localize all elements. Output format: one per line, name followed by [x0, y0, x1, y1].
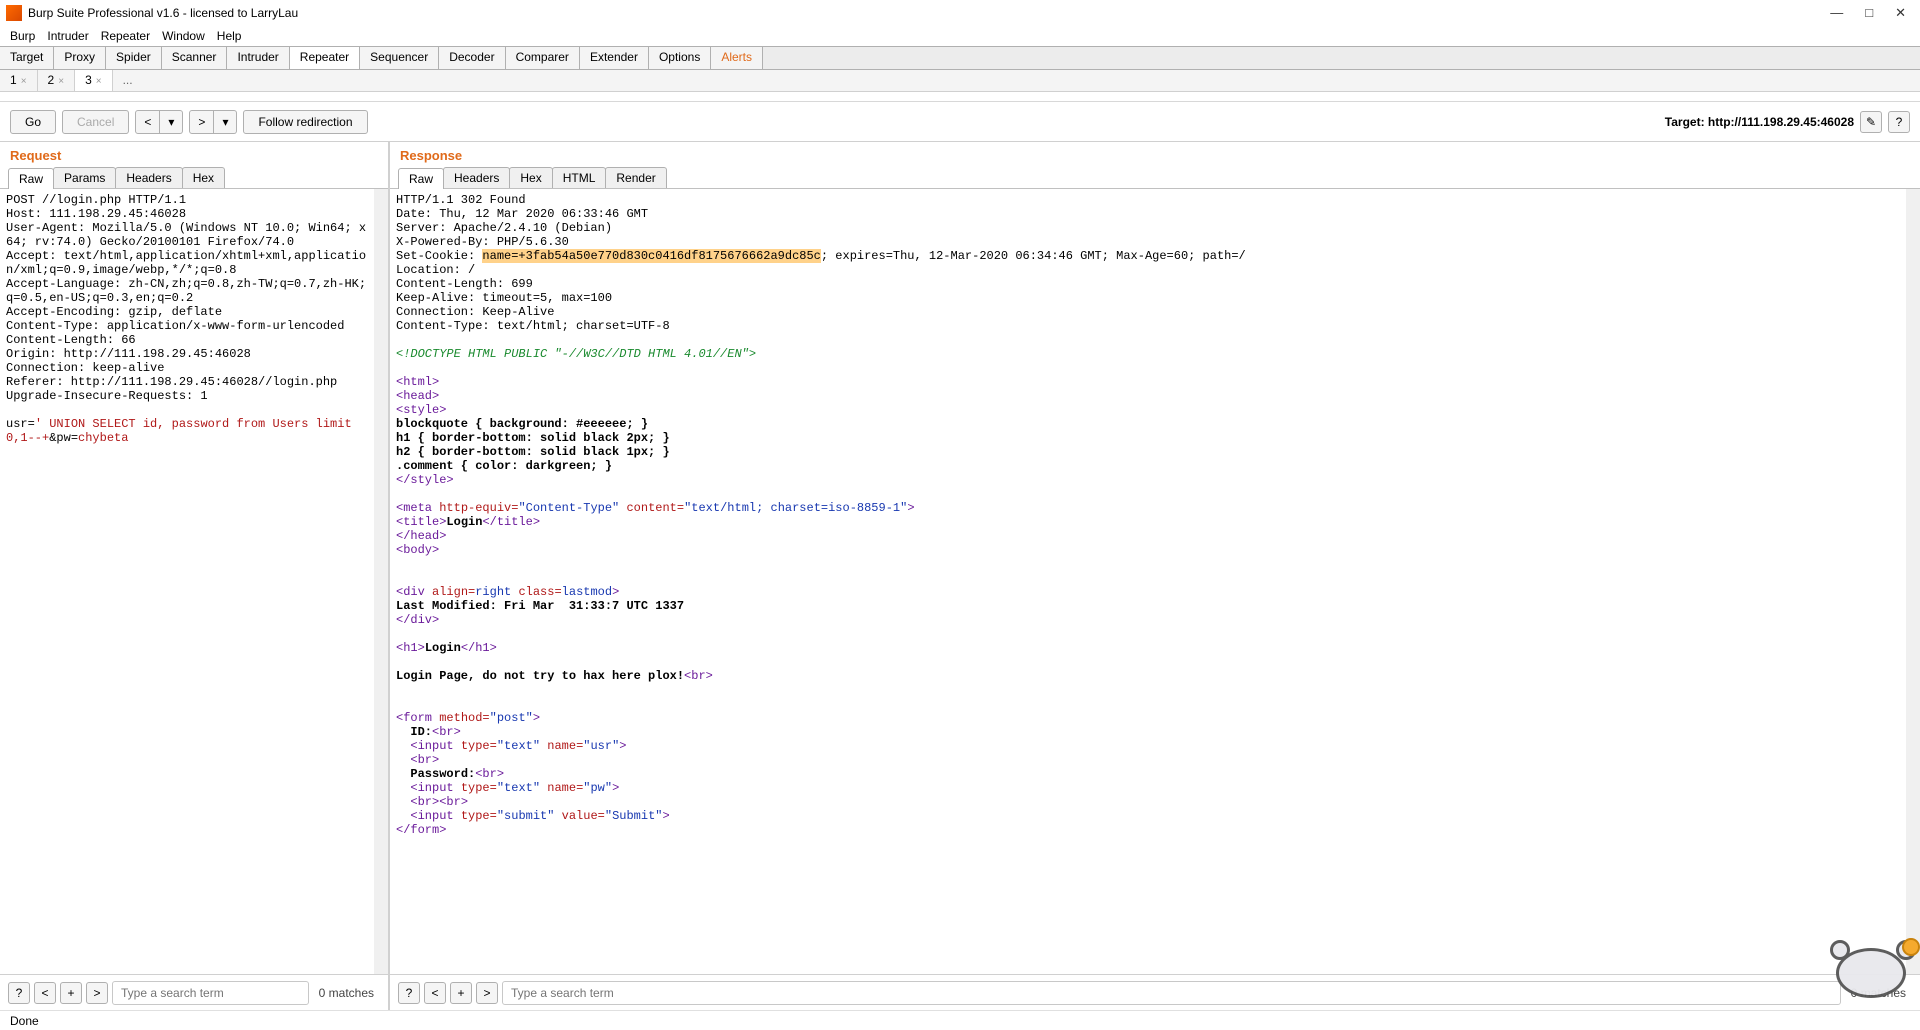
response-pane: Response Raw Headers Hex HTML Render HTT… [390, 142, 1920, 1010]
tab-comparer[interactable]: Comparer [506, 47, 580, 69]
gear-icon [1902, 938, 1920, 956]
request-tab-raw[interactable]: Raw [8, 168, 54, 189]
main-tabs: Target Proxy Spider Scanner Intruder Rep… [0, 46, 1920, 70]
request-inner-tabs: Raw Params Headers Hex [0, 167, 388, 189]
app-icon [6, 5, 22, 21]
tab-decoder[interactable]: Decoder [439, 47, 505, 69]
response-inner-tabs: Raw Headers Hex HTML Render [390, 167, 1920, 189]
search-next-button[interactable]: > [476, 982, 498, 1004]
history-forward-group: > ▾ [189, 110, 237, 134]
request-tab-params[interactable]: Params [53, 167, 116, 188]
search-prev-button[interactable]: < [34, 982, 56, 1004]
highlighted-cookie: name=+3fab54a50e770d830c0416df8175676662… [482, 249, 820, 263]
repeater-toolbar: Go Cancel < ▾ > ▾ Follow redirection Tar… [0, 102, 1920, 142]
menubar: Burp Intruder Repeater Window Help [0, 26, 1920, 46]
window-controls: — □ ✕ [1830, 5, 1914, 21]
search-help-button[interactable]: ? [398, 982, 420, 1004]
search-add-button[interactable]: + [60, 982, 82, 1004]
response-header: Response [390, 142, 1920, 167]
menu-burp[interactable]: Burp [6, 29, 39, 43]
tab-spider[interactable]: Spider [106, 47, 162, 69]
close-icon[interactable]: × [21, 76, 27, 87]
tab-extender[interactable]: Extender [580, 47, 649, 69]
pencil-icon: ✎ [1866, 115, 1876, 129]
content-split: Request Raw Params Headers Hex POST //lo… [0, 142, 1920, 1010]
repeater-sub-tabs: 1× 2× 3× ... [0, 70, 1920, 92]
close-button[interactable]: ✕ [1895, 5, 1906, 21]
response-tab-render[interactable]: Render [605, 167, 666, 188]
search-matches: 0 matches [313, 986, 380, 1000]
status-text: Done [10, 1014, 39, 1028]
search-next-button[interactable]: > [86, 982, 108, 1004]
tab-options[interactable]: Options [649, 47, 711, 69]
search-input[interactable] [502, 981, 1841, 1005]
history-back-dropdown[interactable]: ▾ [160, 110, 183, 134]
subtab-1[interactable]: 1× [0, 70, 38, 91]
go-button[interactable]: Go [10, 110, 56, 134]
mascot-overlay [1828, 942, 1918, 1012]
response-tab-headers[interactable]: Headers [443, 167, 510, 188]
close-icon[interactable]: × [58, 76, 64, 87]
window-title: Burp Suite Professional v1.6 - licensed … [28, 6, 1830, 20]
divider [0, 92, 1920, 102]
tab-repeater[interactable]: Repeater [290, 47, 360, 69]
subtab-2[interactable]: 2× [38, 70, 76, 91]
response-tab-html[interactable]: HTML [552, 167, 607, 188]
tab-scanner[interactable]: Scanner [162, 47, 228, 69]
titlebar: Burp Suite Professional v1.6 - licensed … [0, 0, 1920, 26]
response-editor[interactable]: HTTP/1.1 302 Found Date: Thu, 12 Mar 202… [390, 189, 1920, 974]
response-tab-hex[interactable]: Hex [509, 167, 552, 188]
tab-alerts[interactable]: Alerts [711, 47, 763, 69]
help-icon: ? [1896, 115, 1903, 129]
search-add-button[interactable]: + [450, 982, 472, 1004]
menu-repeater[interactable]: Repeater [97, 29, 154, 43]
request-tab-hex[interactable]: Hex [182, 167, 225, 188]
tab-proxy[interactable]: Proxy [54, 47, 106, 69]
close-icon[interactable]: × [96, 76, 102, 87]
subtab-more[interactable]: ... [113, 70, 143, 91]
tab-target[interactable]: Target [0, 47, 54, 69]
subtab-3[interactable]: 3× [75, 70, 113, 91]
status-bar: Done [0, 1010, 1920, 1030]
request-header: Request [0, 142, 388, 167]
tab-intruder[interactable]: Intruder [227, 47, 289, 69]
maximize-button[interactable]: □ [1865, 5, 1873, 21]
response-tab-raw[interactable]: Raw [398, 168, 444, 189]
help-button[interactable]: ? [1888, 111, 1910, 133]
edit-target-button[interactable]: ✎ [1860, 111, 1882, 133]
cancel-button[interactable]: Cancel [62, 110, 129, 134]
request-pane: Request Raw Params Headers Hex POST //lo… [0, 142, 390, 1010]
minimize-button[interactable]: — [1830, 5, 1843, 21]
request-tab-headers[interactable]: Headers [115, 167, 182, 188]
history-back-group: < ▾ [135, 110, 183, 134]
response-search-bar: ? < + > 0 matches [390, 974, 1920, 1010]
request-editor[interactable]: POST //login.php HTTP/1.1 Host: 111.198.… [0, 189, 388, 974]
menu-window[interactable]: Window [158, 29, 209, 43]
history-forward-button[interactable]: > [189, 110, 214, 134]
menu-intruder[interactable]: Intruder [43, 29, 92, 43]
search-prev-button[interactable]: < [424, 982, 446, 1004]
search-help-button[interactable]: ? [8, 982, 30, 1004]
tab-sequencer[interactable]: Sequencer [360, 47, 439, 69]
follow-redirection-button[interactable]: Follow redirection [243, 110, 367, 134]
history-forward-dropdown[interactable]: ▾ [214, 110, 237, 134]
menu-help[interactable]: Help [213, 29, 246, 43]
target-label: Target: http://111.198.29.45:46028 [1665, 115, 1854, 129]
request-search-bar: ? < + > 0 matches [0, 974, 388, 1010]
history-back-button[interactable]: < [135, 110, 160, 134]
search-input[interactable] [112, 981, 309, 1005]
